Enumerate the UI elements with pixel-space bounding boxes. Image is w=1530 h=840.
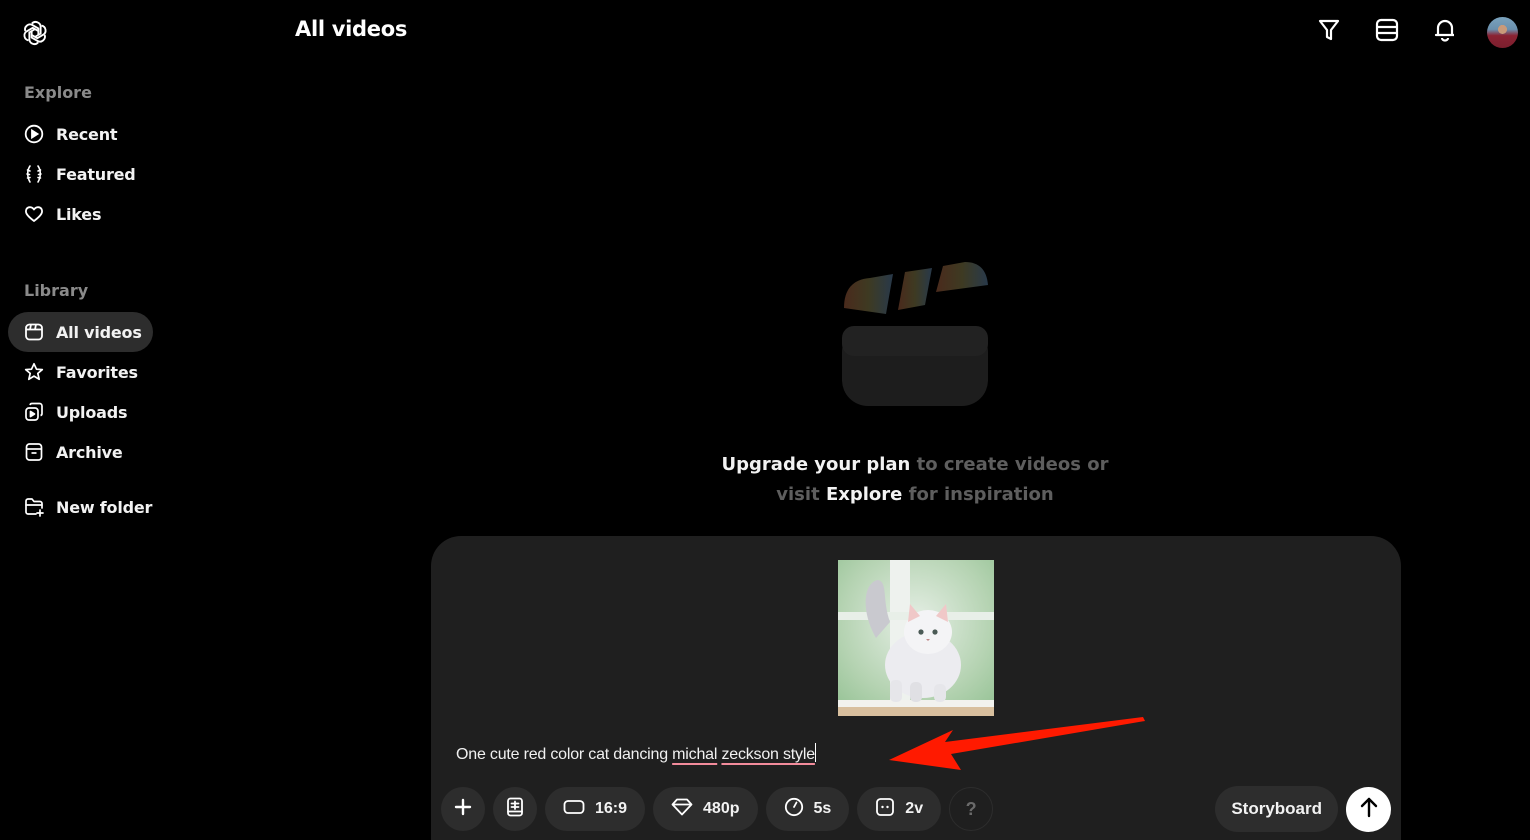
aspect-ratio-button[interactable]: 16:9 xyxy=(545,787,646,831)
sidebar-item-label: Archive xyxy=(56,442,123,462)
sidebar-item-likes[interactable]: Likes xyxy=(8,194,153,234)
play-circle-icon xyxy=(24,124,44,144)
aspect-ratio-icon xyxy=(563,799,585,819)
help-icon: ? xyxy=(965,798,977,819)
sidebar-item-label: Featured xyxy=(56,164,136,184)
composer-toolbar: 16:9 480p 5s 2v ? xyxy=(441,787,994,831)
empty-state-message: Upgrade your plan to create videos or vi… xyxy=(630,450,1200,510)
prompt-text: One cute red color cat dancing xyxy=(456,746,673,763)
new-folder-button[interactable]: New folder xyxy=(8,487,153,527)
openai-logo-icon[interactable] xyxy=(20,18,50,48)
cat-photo xyxy=(838,560,994,716)
text-caret xyxy=(814,743,816,762)
attached-image-thumbnail[interactable] xyxy=(838,560,994,716)
layout-toggle-button[interactable] xyxy=(1371,14,1403,50)
notifications-button[interactable] xyxy=(1429,14,1461,50)
duration-button[interactable]: 5s xyxy=(765,787,850,831)
prompt-composer: One cute red color cat dancing michal ze… xyxy=(431,536,1401,840)
variations-icon xyxy=(875,797,895,821)
plus-icon xyxy=(454,798,472,820)
section-label-explore: Explore xyxy=(24,83,92,102)
list-layout-icon xyxy=(1375,18,1399,46)
archive-icon xyxy=(24,442,44,462)
header-actions xyxy=(1313,14,1518,50)
sidebar-item-uploads[interactable]: Uploads xyxy=(8,392,153,432)
help-button[interactable]: ? xyxy=(949,787,994,831)
clapperboard-illustration-icon xyxy=(842,262,988,406)
sidebar-item-label: Favorites xyxy=(56,362,138,382)
resolution-value: 480p xyxy=(703,800,740,817)
filter-button[interactable] xyxy=(1313,14,1345,50)
sidebar-item-all-videos[interactable]: All videos xyxy=(8,312,153,352)
prompt-input[interactable]: One cute red color cat dancing michal ze… xyxy=(456,743,816,764)
clapperboard-icon xyxy=(24,322,44,342)
aspect-ratio-value: 16:9 xyxy=(595,800,628,817)
uploads-icon xyxy=(24,402,44,422)
avatar[interactable] xyxy=(1487,16,1518,48)
presets-button[interactable] xyxy=(493,787,537,831)
sidebar-item-label: New folder xyxy=(56,497,153,517)
storyboard-label: Storyboard xyxy=(1231,799,1322,818)
storyboard-button[interactable]: Storyboard xyxy=(1215,786,1338,832)
sidebar-item-featured[interactable]: Featured xyxy=(8,154,153,194)
section-label-library: Library xyxy=(24,281,89,300)
empty-state: Upgrade your plan to create videos or vi… xyxy=(630,250,1200,510)
sidebar-item-recent[interactable]: Recent xyxy=(8,114,153,154)
preset-book-icon xyxy=(506,797,524,821)
variations-button[interactable]: 2v xyxy=(857,787,942,831)
duration-value: 5s xyxy=(813,800,832,817)
empty-state-text: for inspiration xyxy=(902,484,1054,505)
timer-icon xyxy=(784,797,804,821)
empty-state-text: visit xyxy=(776,484,826,505)
heart-icon xyxy=(24,204,44,224)
filter-icon xyxy=(1317,17,1341,47)
submit-button[interactable] xyxy=(1346,786,1391,832)
sidebar-item-label: All videos xyxy=(56,322,142,342)
laurel-icon xyxy=(24,164,44,184)
variations-value: 2v xyxy=(905,800,924,817)
sidebar-item-label: Likes xyxy=(56,204,102,224)
sidebar-item-label: Uploads xyxy=(56,402,128,422)
misspelled-word[interactable]: zeckson style xyxy=(721,746,815,763)
explore-link[interactable]: Explore xyxy=(826,484,902,505)
arrow-up-icon xyxy=(1359,796,1379,822)
upgrade-plan-link[interactable]: Upgrade your plan xyxy=(722,454,911,475)
diamond-icon xyxy=(671,798,693,820)
bell-icon xyxy=(1433,17,1457,47)
sidebar: Explore Recent Featured Likes Library Al… xyxy=(0,70,180,527)
misspelled-word[interactable]: michal xyxy=(672,746,717,763)
star-icon xyxy=(24,362,44,382)
empty-state-text: to create videos or xyxy=(910,454,1109,475)
sidebar-item-label: Recent xyxy=(56,124,118,144)
add-media-button[interactable] xyxy=(441,787,485,831)
resolution-button[interactable]: 480p xyxy=(653,787,758,831)
sidebar-item-archive[interactable]: Archive xyxy=(8,432,153,472)
sidebar-item-favorites[interactable]: Favorites xyxy=(8,352,153,392)
folder-plus-icon xyxy=(24,497,44,517)
page-title: All videos xyxy=(295,17,408,41)
composer-right-actions: Storyboard xyxy=(1215,786,1391,832)
